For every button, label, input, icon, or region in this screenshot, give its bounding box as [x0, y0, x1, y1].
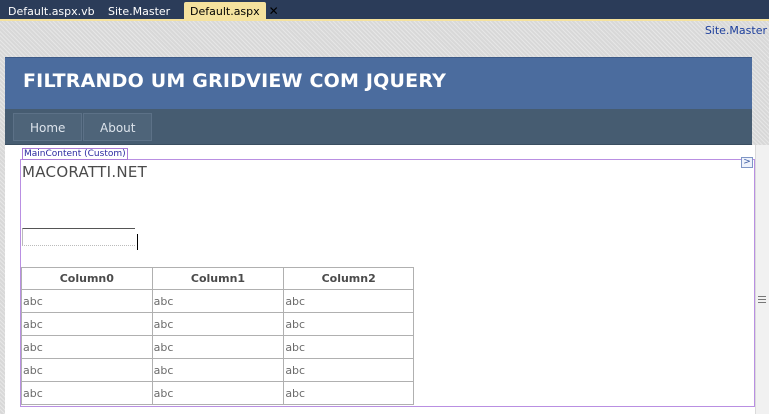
site-header: FILTRANDO UM GRIDVIEW COM JQUERY — [5, 57, 752, 109]
column-header-2: Column2 — [283, 267, 414, 290]
text-caret — [137, 234, 138, 250]
column-header-1: Column1 — [151, 267, 285, 290]
grid-header-row: Column0 Column1 Column2 — [21, 267, 414, 290]
smart-tag-arrow-icon[interactable]: > — [741, 157, 753, 168]
grid-cell: abc — [151, 335, 285, 359]
grid-cell: abc — [151, 289, 285, 313]
tab-default-aspx[interactable]: Default.aspx ✕ — [184, 2, 279, 21]
grid-cell: abc — [21, 358, 153, 382]
grid-cell: abc — [283, 335, 414, 359]
grid-cell: abc — [151, 381, 285, 405]
grid-cell: abc — [21, 312, 153, 336]
grid-cell: abc — [283, 381, 414, 405]
gridview: Column0 Column1 Column2 abc abc abc abc … — [21, 267, 414, 405]
grid-cell: abc — [151, 312, 285, 336]
grid-cell: abc — [283, 358, 414, 382]
nav-menu: Home About — [5, 109, 752, 145]
close-tab-icon[interactable]: ✕ — [269, 4, 279, 18]
menu-item-about[interactable]: About — [83, 113, 153, 141]
document-tab-strip: Default.aspx.vb Site.Master Default.aspx… — [0, 0, 769, 21]
grid-cell: abc — [21, 289, 153, 313]
grid-cell: abc — [21, 381, 153, 405]
page-heading: MACORATTI.NET — [22, 163, 148, 181]
filter-input[interactable] — [22, 228, 135, 246]
tab-site-master[interactable]: Site.Master — [102, 2, 176, 21]
scrollbar-grip-icon[interactable] — [758, 296, 766, 303]
tab-label: Site.Master — [108, 5, 171, 18]
main-content-label: MainContent (Custom) — [22, 148, 128, 160]
grid-cell: abc — [283, 312, 414, 336]
menu-item-home[interactable]: Home — [13, 113, 83, 141]
table-row: abc abc abc — [21, 289, 414, 313]
grid-cell: abc — [21, 335, 153, 359]
master-page-link[interactable]: Site.Master — [705, 24, 767, 37]
table-row: abc abc abc — [21, 358, 414, 382]
site-title: FILTRANDO UM GRIDVIEW COM JQUERY — [23, 70, 447, 92]
table-row: abc abc abc — [21, 335, 414, 359]
table-row: abc abc abc — [21, 312, 414, 336]
column-header-0: Column0 — [21, 267, 153, 290]
tab-label: Default.aspx — [190, 5, 260, 18]
tab-label: Default.aspx.vb — [8, 5, 95, 18]
grid-cell: abc — [151, 358, 285, 382]
grid-cell: abc — [283, 289, 414, 313]
vertical-scrollbar[interactable] — [755, 145, 769, 414]
table-row: abc abc abc — [21, 381, 414, 405]
tab-default-aspx-vb[interactable]: Default.aspx.vb — [2, 2, 101, 21]
